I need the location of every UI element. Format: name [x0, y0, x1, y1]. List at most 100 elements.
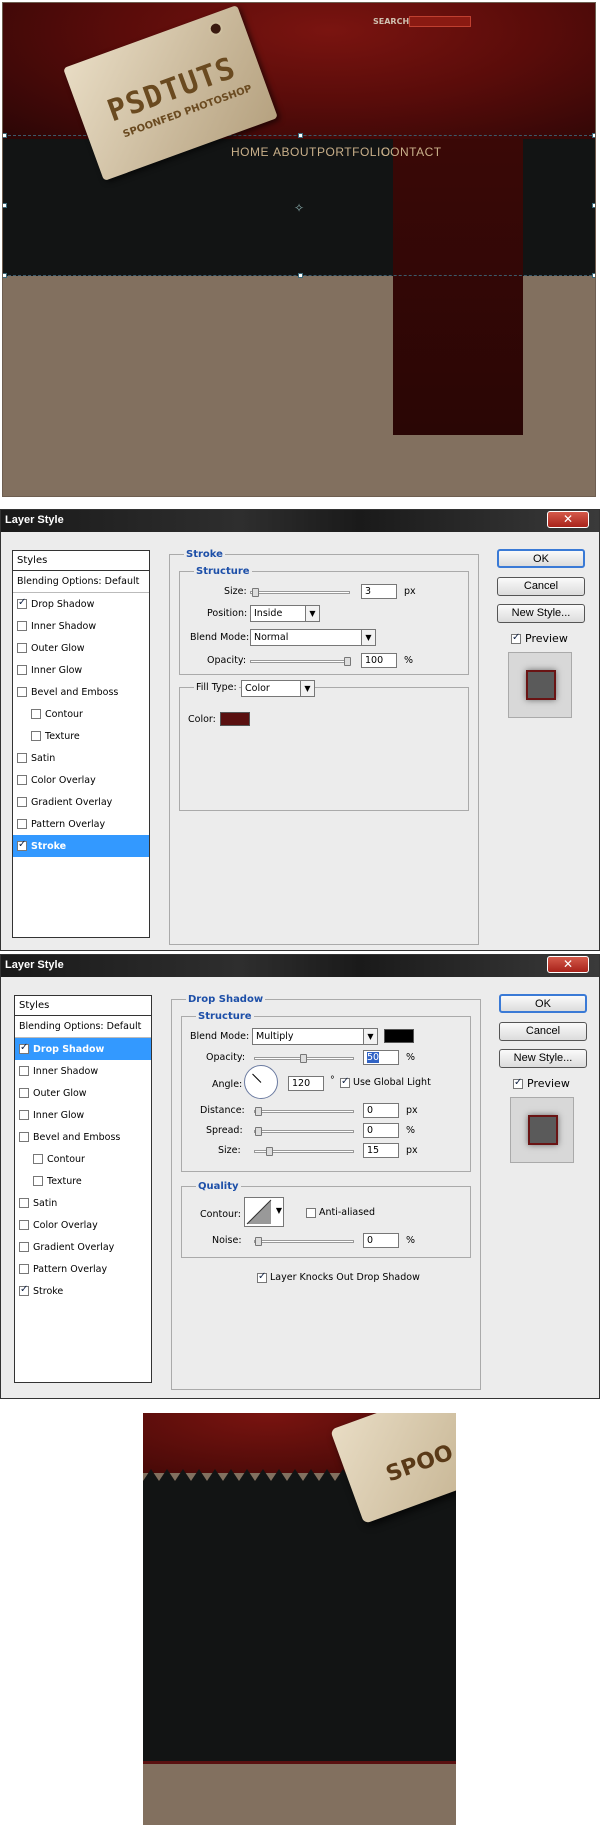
- noise-input[interactable]: 0: [363, 1233, 399, 1248]
- style-item-pattern-overlay[interactable]: Pattern Overlay: [15, 1258, 151, 1280]
- style-item-stroke[interactable]: Stroke: [13, 835, 149, 857]
- ok-button[interactable]: OK: [497, 549, 585, 568]
- style-item-gradient-overlay[interactable]: Gradient Overlay: [13, 791, 149, 813]
- nav-contact[interactable]: CONTACT: [381, 145, 442, 159]
- styles-header[interactable]: Styles: [15, 996, 151, 1016]
- opacity-slider-thumb[interactable]: [300, 1054, 307, 1063]
- checkbox-outer-glow[interactable]: [17, 643, 27, 653]
- new-style-button[interactable]: New Style...: [499, 1049, 587, 1068]
- size-input[interactable]: 3: [361, 584, 397, 599]
- style-item-inner-glow[interactable]: Inner Glow: [15, 1104, 151, 1126]
- style-item-inner-glow[interactable]: Inner Glow: [13, 659, 149, 681]
- checkbox-texture[interactable]: [31, 731, 41, 741]
- style-item-texture[interactable]: Texture: [13, 725, 149, 747]
- nav-home[interactable]: HOME: [231, 145, 269, 159]
- style-item-texture[interactable]: Texture: [15, 1170, 151, 1192]
- nav-portfolio[interactable]: PORTFOLIO: [317, 145, 391, 159]
- blend-mode-select[interactable]: Multiply ▼: [252, 1028, 378, 1045]
- transform-center-icon[interactable]: ✧: [294, 201, 304, 215]
- ok-button[interactable]: OK: [499, 994, 587, 1013]
- cancel-button[interactable]: Cancel: [497, 577, 585, 596]
- shadow-color-swatch[interactable]: [384, 1029, 414, 1043]
- checkbox-drop-shadow[interactable]: [17, 597, 27, 609]
- size-slider[interactable]: [250, 591, 350, 594]
- anti-aliased-toggle[interactable]: Anti-aliased: [306, 1207, 375, 1218]
- transform-handle[interactable]: [592, 273, 595, 278]
- stroke-color-swatch[interactable]: [220, 712, 250, 726]
- style-item-drop-shadow[interactable]: Drop Shadow: [13, 593, 149, 615]
- blending-options-item[interactable]: Blending Options: Default: [15, 1016, 151, 1038]
- transform-handle[interactable]: [3, 203, 7, 208]
- opacity-slider[interactable]: [250, 660, 350, 663]
- preview-checkbox[interactable]: [511, 632, 521, 644]
- style-item-pattern-overlay[interactable]: Pattern Overlay: [13, 813, 149, 835]
- size-slider-thumb[interactable]: [266, 1147, 273, 1156]
- spread-slider[interactable]: [254, 1130, 354, 1133]
- checkbox-gradient-overlay[interactable]: [19, 1242, 29, 1252]
- spread-input[interactable]: 0: [363, 1123, 399, 1138]
- preview-checkbox[interactable]: [513, 1077, 523, 1089]
- checkbox-inner-shadow[interactable]: [19, 1066, 29, 1076]
- search-input[interactable]: [409, 16, 471, 27]
- checkbox-inner-glow[interactable]: [17, 665, 27, 675]
- new-style-button[interactable]: New Style...: [497, 604, 585, 623]
- style-item-outer-glow[interactable]: Outer Glow: [15, 1082, 151, 1104]
- checkbox-gradient-overlay[interactable]: [17, 797, 27, 807]
- distance-input[interactable]: 0: [363, 1103, 399, 1118]
- transform-handle[interactable]: [3, 273, 7, 278]
- checkbox-stroke[interactable]: [17, 839, 27, 851]
- angle-dial[interactable]: [244, 1065, 278, 1099]
- style-item-inner-shadow[interactable]: Inner Shadow: [15, 1060, 151, 1082]
- checkbox-stroke[interactable]: [19, 1284, 29, 1296]
- checkbox-drop-shadow[interactable]: [19, 1042, 29, 1054]
- checkbox-inner-glow[interactable]: [19, 1110, 29, 1120]
- style-item-gradient-overlay[interactable]: Gradient Overlay: [15, 1236, 151, 1258]
- spread-slider-thumb[interactable]: [255, 1127, 262, 1136]
- checkbox-outer-glow[interactable]: [19, 1088, 29, 1098]
- knockout-toggle[interactable]: Layer Knocks Out Drop Shadow: [257, 1271, 420, 1283]
- style-item-color-overlay[interactable]: Color Overlay: [15, 1214, 151, 1236]
- checkbox-pattern-overlay[interactable]: [17, 819, 27, 829]
- style-item-bevel-emboss[interactable]: Bevel and Emboss: [15, 1126, 151, 1148]
- close-button[interactable]: ✕: [547, 956, 589, 973]
- checkbox-texture[interactable]: [33, 1176, 43, 1186]
- opacity-input[interactable]: 100: [361, 653, 397, 668]
- position-select[interactable]: Inside ▼: [250, 605, 320, 622]
- fill-type-select[interactable]: Color ▼: [241, 680, 315, 697]
- global-light-toggle[interactable]: Use Global Light: [340, 1076, 431, 1088]
- style-item-stroke[interactable]: Stroke: [15, 1280, 151, 1302]
- cancel-button[interactable]: Cancel: [499, 1022, 587, 1041]
- transform-handle[interactable]: [298, 133, 303, 138]
- style-item-contour[interactable]: Contour: [15, 1148, 151, 1170]
- size-input[interactable]: 15: [363, 1143, 399, 1158]
- checkbox-pattern-overlay[interactable]: [19, 1264, 29, 1274]
- style-item-satin[interactable]: Satin: [15, 1192, 151, 1214]
- knockout-checkbox[interactable]: [257, 1271, 267, 1283]
- checkbox-bevel-emboss[interactable]: [19, 1132, 29, 1142]
- blending-options-item[interactable]: Blending Options: Default: [13, 571, 149, 593]
- contour-picker[interactable]: ▼: [244, 1197, 284, 1227]
- noise-slider-thumb[interactable]: [255, 1237, 262, 1246]
- style-item-bevel-emboss[interactable]: Bevel and Emboss: [13, 681, 149, 703]
- checkbox-color-overlay[interactable]: [19, 1220, 29, 1230]
- style-item-inner-shadow[interactable]: Inner Shadow: [13, 615, 149, 637]
- checkbox-inner-shadow[interactable]: [17, 621, 27, 631]
- transform-handle[interactable]: [592, 133, 595, 138]
- transform-handle[interactable]: [298, 273, 303, 278]
- noise-slider[interactable]: [254, 1240, 354, 1243]
- preview-toggle[interactable]: Preview: [511, 632, 568, 645]
- checkbox-color-overlay[interactable]: [17, 775, 27, 785]
- style-item-contour[interactable]: Contour: [13, 703, 149, 725]
- opacity-input[interactable]: 50: [363, 1050, 399, 1065]
- global-light-checkbox[interactable]: [340, 1076, 350, 1088]
- opacity-slider-thumb[interactable]: [344, 657, 351, 666]
- checkbox-contour[interactable]: [31, 709, 41, 719]
- blend-mode-select[interactable]: Normal ▼: [250, 629, 376, 646]
- styles-header[interactable]: Styles: [13, 551, 149, 571]
- transform-handle[interactable]: [3, 133, 7, 138]
- checkbox-satin[interactable]: [17, 753, 27, 763]
- checkbox-bevel-emboss[interactable]: [17, 687, 27, 697]
- checkbox-contour[interactable]: [33, 1154, 43, 1164]
- checkbox-satin[interactable]: [19, 1198, 29, 1208]
- close-button[interactable]: ✕: [547, 511, 589, 528]
